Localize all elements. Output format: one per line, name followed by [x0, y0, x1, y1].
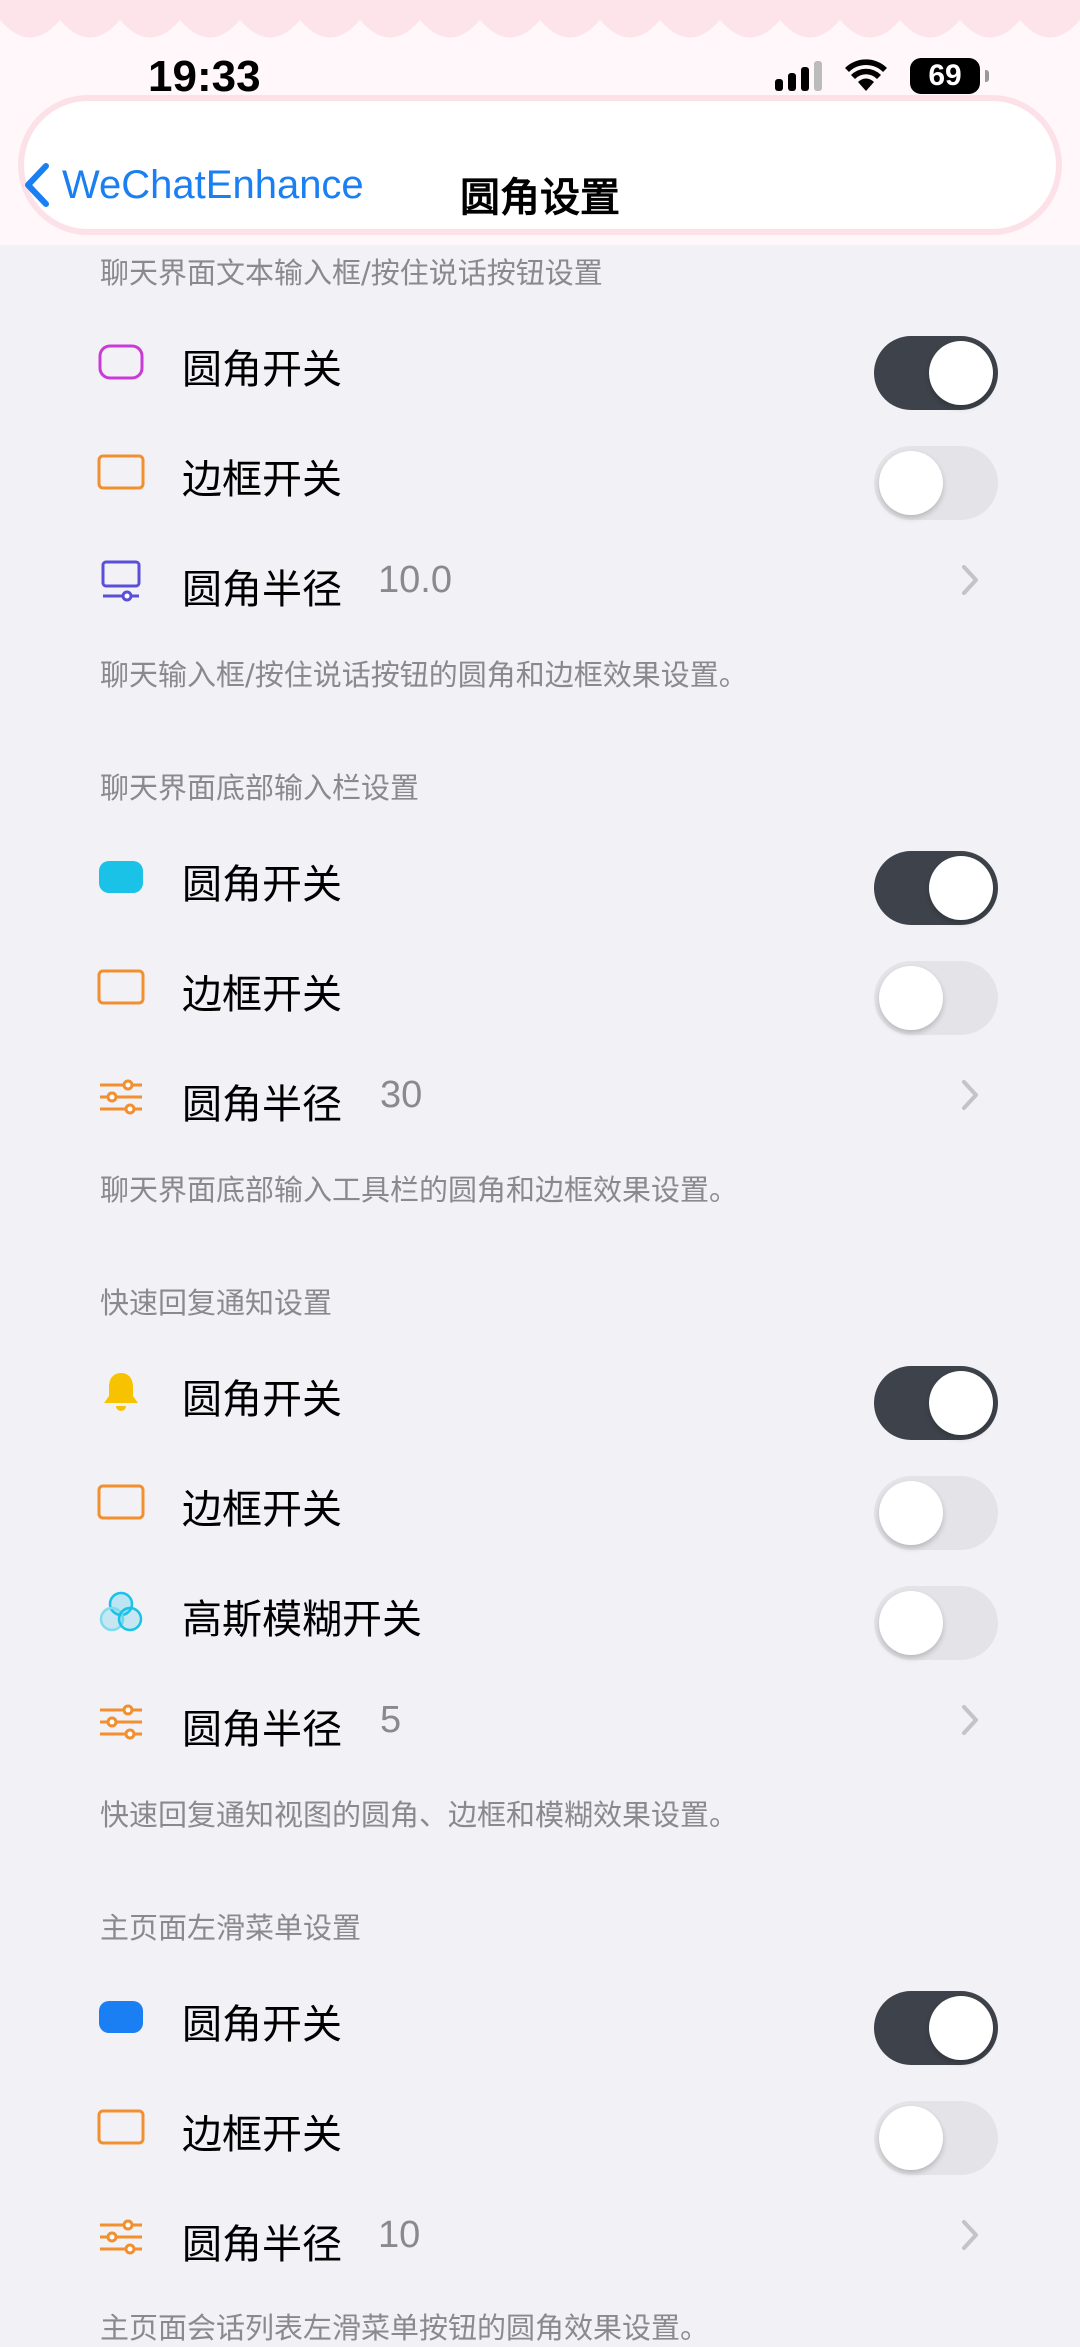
row-label: 圆角开关 — [182, 1377, 342, 1423]
blur-toggle[interactable] — [874, 1586, 998, 1660]
blur-circles-icon — [97, 1591, 145, 1632]
row-label: 边框开关 — [182, 972, 342, 1018]
corner-toggle[interactable] — [874, 1991, 998, 2065]
toggle-knob — [879, 2106, 943, 2170]
section-footer: 主页面会话列表左滑菜单按钮的圆角效果设置。 — [100, 2311, 710, 2345]
monitor-slider-icon — [97, 560, 145, 602]
sliders-icon — [97, 1702, 145, 1742]
status-icons: 69 — [775, 58, 989, 94]
bell-icon — [97, 1372, 145, 1412]
toggle-knob — [879, 966, 943, 1030]
row-label: 圆角半径 — [182, 2222, 342, 2268]
section-header: 主页面左滑菜单设置 — [100, 1911, 362, 1945]
rounded-rect-filled-icon — [97, 857, 145, 897]
border-toggle[interactable] — [874, 446, 998, 520]
border-toggle-row: 边框开关 — [0, 1447, 1080, 1557]
border-toggle[interactable] — [874, 961, 998, 1035]
border-toggle-row: 边框开关 — [0, 932, 1080, 1042]
corner-toggle-row: 圆角开关 — [0, 822, 1080, 932]
status-time: 19:33 — [148, 52, 261, 101]
corner-radius-row[interactable]: 圆角半径 5 — [0, 1667, 1080, 1777]
row-value: 10 — [378, 2214, 421, 2256]
chevron-right-icon — [962, 565, 978, 595]
chevron-right-icon — [962, 2220, 978, 2250]
rounded-rect-outline-icon — [97, 342, 145, 382]
row-label: 边框开关 — [182, 2112, 342, 2158]
scallop-decoration — [0, 0, 1080, 38]
border-toggle-row: 边框开关 — [0, 2072, 1080, 2182]
rounded-rect-filled-icon — [97, 1997, 145, 2037]
rect-outline-icon — [97, 967, 145, 1007]
row-label: 圆角半径 — [182, 1082, 342, 1128]
toggle-knob — [929, 856, 993, 920]
border-toggle[interactable] — [874, 1476, 998, 1550]
row-label: 圆角开关 — [182, 2002, 342, 2048]
wifi-icon — [845, 59, 887, 91]
row-label: 圆角半径 — [182, 1707, 342, 1753]
border-toggle-row: 边框开关 — [0, 417, 1080, 527]
row-label: 高斯模糊开关 — [182, 1597, 422, 1643]
blur-toggle-row: 高斯模糊开关 — [0, 1557, 1080, 1667]
corner-toggle-row: 圆角开关 — [0, 1337, 1080, 1447]
section-footer: 快速回复通知视图的圆角、边框和模糊效果设置。 — [100, 1798, 739, 1832]
row-value: 5 — [380, 1699, 402, 1741]
corner-radius-row[interactable]: 圆角半径 10 — [0, 2182, 1080, 2292]
battery-icon: 69 — [910, 58, 989, 94]
corner-radius-row[interactable]: 圆角半径 30 — [0, 1042, 1080, 1152]
toggle-knob — [879, 451, 943, 515]
row-value: 30 — [380, 1074, 423, 1116]
section-header: 聊天界面底部输入栏设置 — [100, 771, 420, 805]
rect-outline-icon — [97, 2107, 145, 2147]
corner-toggle[interactable] — [874, 336, 998, 410]
row-label: 圆角开关 — [182, 347, 342, 393]
sliders-icon — [97, 1077, 145, 1117]
corner-toggle[interactable] — [874, 851, 998, 925]
row-label: 边框开关 — [182, 1487, 342, 1533]
section-footer: 聊天输入框/按住说话按钮的圆角和边框效果设置。 — [100, 658, 748, 692]
chevron-right-icon — [962, 1080, 978, 1110]
sliders-icon — [97, 2217, 145, 2257]
chevron-right-icon — [962, 1705, 978, 1735]
page-title: 圆角设置 — [460, 175, 620, 221]
cellular-signal-icon — [775, 61, 822, 91]
rect-outline-icon — [97, 452, 145, 492]
corner-toggle[interactable] — [874, 1366, 998, 1440]
corner-toggle-row: 圆角开关 — [0, 1962, 1080, 2072]
section-header: 聊天界面文本输入框/按住说话按钮设置 — [100, 256, 603, 290]
row-label: 圆角开关 — [182, 862, 342, 908]
corner-radius-row[interactable]: 圆角半径 10.0 — [0, 527, 1080, 637]
row-label: 边框开关 — [182, 457, 342, 503]
corner-toggle-row: 圆角开关 — [0, 307, 1080, 417]
toggle-knob — [929, 1996, 993, 2060]
row-value: 10.0 — [378, 559, 452, 601]
toggle-knob — [879, 1591, 943, 1655]
navigation-header: 19:33 69 WeChatEnhance 圆角设置 — [0, 0, 1080, 245]
toggle-knob — [929, 1371, 993, 1435]
toggle-knob — [879, 1481, 943, 1545]
toggle-knob — [929, 341, 993, 405]
row-label: 圆角半径 — [182, 567, 342, 613]
rect-outline-icon — [97, 1482, 145, 1522]
border-toggle[interactable] — [874, 2101, 998, 2175]
section-footer: 聊天界面底部输入工具栏的圆角和边框效果设置。 — [100, 1173, 739, 1207]
section-header: 快速回复通知设置 — [100, 1286, 333, 1320]
